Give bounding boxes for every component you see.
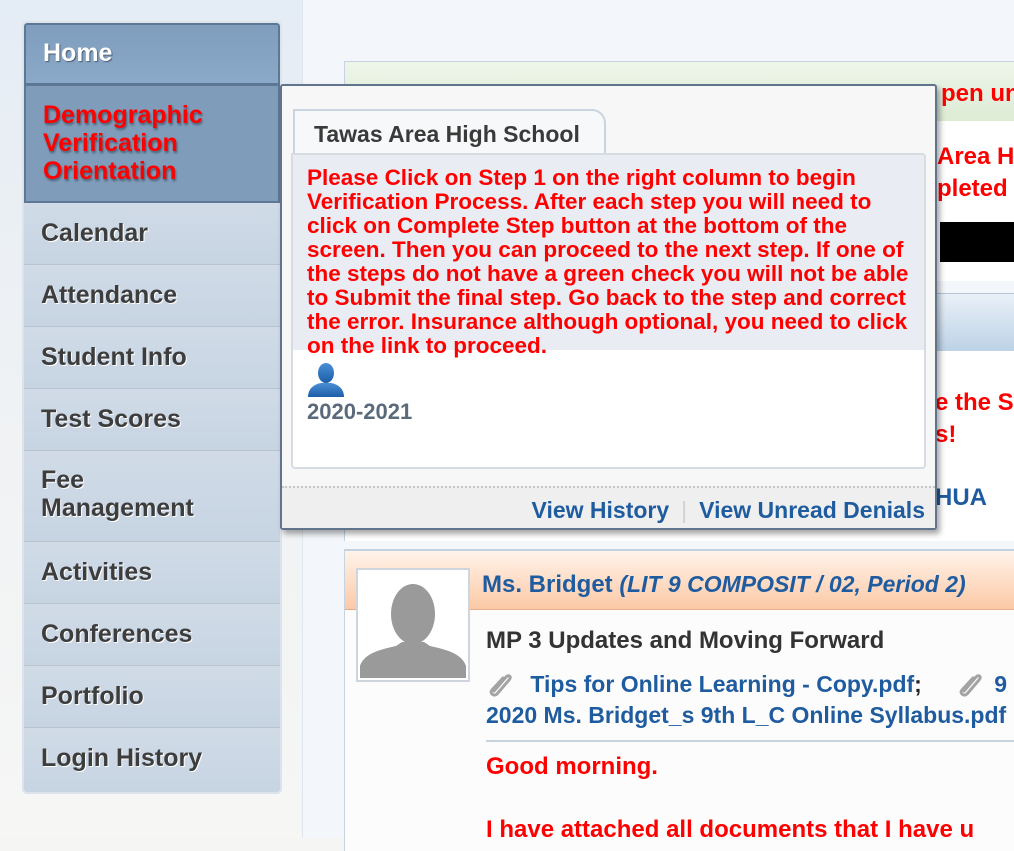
notification-message: Please Click on Step 1 on the right colu…: [293, 155, 924, 358]
sidebar-item-student-info[interactable]: Student Info: [24, 327, 280, 389]
teacher-avatar: [356, 568, 470, 682]
notification-card: Please Click on Step 1 on the right colu…: [291, 153, 926, 469]
sidebar-item-conferences[interactable]: Conferences: [24, 604, 280, 666]
post-title: MP 3 Updates and Moving Forward: [486, 627, 885, 654]
tab-school-label: Tawas Area High School: [314, 121, 580, 147]
footer-links: View History | View Unread Denials: [532, 497, 925, 524]
teacher-post: Ms. Bridget (LIT 9 COMPOSIT / 02, Period…: [344, 549, 1014, 851]
tab-school[interactable]: Tawas Area High School: [293, 109, 606, 153]
teacher-name[interactable]: Ms. Bridget: [482, 571, 613, 598]
teacher-name-line: Ms. Bridget (LIT 9 COMPOSIT / 02, Period…: [482, 571, 966, 599]
sidebar-item-home[interactable]: Home: [24, 23, 280, 85]
message-link[interactable]: HUA: [935, 484, 987, 512]
sidebar-item-fee-management[interactable]: Fee Management: [24, 451, 280, 542]
sidebar-item-portfolio[interactable]: Portfolio: [24, 666, 280, 728]
sidebar-item-test-scores[interactable]: Test Scores: [24, 389, 280, 451]
divider: [486, 740, 1014, 742]
school-text-line1: Area H: [937, 143, 1014, 170]
sidebar-item-attendance[interactable]: Attendance: [24, 265, 280, 327]
sidebar-item-login-history[interactable]: Login History: [24, 728, 280, 792]
user-icon: [307, 362, 345, 403]
popup-footer: View History | View Unread Denials: [282, 486, 935, 528]
message-text-line2: s!: [935, 421, 957, 448]
course-info: (LIT 9 COMPOSIT / 02, Period 2): [619, 571, 966, 597]
sidebar-item-calendar[interactable]: Calendar: [24, 203, 280, 265]
message-text-line1: e the S: [935, 389, 1014, 416]
view-unread-denials-link[interactable]: View Unread Denials: [699, 497, 925, 523]
person-silhouette-icon: [360, 584, 466, 678]
banner-text: pen unt: [941, 80, 1014, 107]
attachment-link-partial[interactable]: 9: [994, 671, 1007, 697]
sidebar-item-activities[interactable]: Activities: [24, 542, 280, 604]
paperclip-icon: [956, 669, 984, 703]
link-separator: |: [681, 497, 688, 523]
sidebar-item-demographic-verification[interactable]: Demographic Verification Orientation: [24, 85, 280, 203]
school-text-line2: pleted: [937, 175, 1008, 202]
notification-popup: Tawas Area High School Please Click on S…: [280, 84, 937, 530]
post-body: I have attached all documents that I hav…: [486, 816, 975, 843]
post-greeting: Good morning.: [486, 753, 658, 780]
sidebar-nav: Home Demographic Verification Orientatio…: [22, 21, 282, 794]
school-year: 2020-2021: [307, 399, 413, 424]
attachment-link[interactable]: Tips for Online Learning - Copy.pdf: [530, 671, 914, 697]
attachment-link[interactable]: 2020 Ms. Bridget_s 9th L_C Online Syllab…: [486, 702, 1006, 729]
view-history-link[interactable]: View History: [532, 497, 670, 523]
attachment-separator: ;: [914, 671, 922, 698]
paperclip-icon: [486, 669, 514, 703]
attachments-row: Tips for Online Learning - Copy.pdf; 9: [486, 669, 1007, 703]
notification-meta: 2020-2021: [293, 350, 924, 467]
redacted-block: [940, 222, 1014, 262]
